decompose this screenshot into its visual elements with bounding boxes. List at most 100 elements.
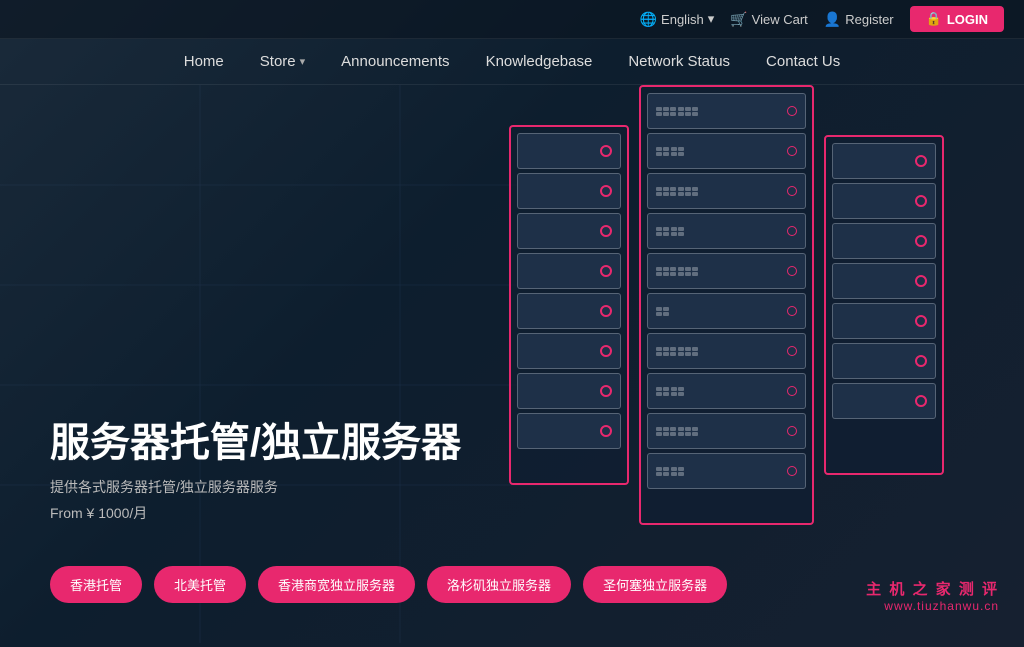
rack-unit bbox=[832, 383, 936, 419]
rack-led bbox=[787, 306, 797, 316]
rack-led bbox=[915, 315, 927, 327]
rack-slots bbox=[656, 187, 698, 196]
rack-led bbox=[915, 275, 927, 287]
rack-led bbox=[787, 106, 797, 116]
rack-unit bbox=[647, 453, 806, 489]
watermark-line1: 主 机 之 家 测 评 bbox=[866, 578, 999, 599]
server-rack-center bbox=[639, 85, 814, 525]
btn-hk-hosting[interactable]: 香港托管 bbox=[50, 566, 142, 603]
rack-unit bbox=[647, 213, 806, 249]
rack-led bbox=[915, 235, 927, 247]
btn-hk-dedicated[interactable]: 香港商宽独立服务器 bbox=[258, 566, 415, 603]
register-label: Register bbox=[845, 12, 893, 27]
rack-unit bbox=[832, 183, 936, 219]
user-icon: 👤 bbox=[824, 11, 841, 28]
rack-led bbox=[600, 385, 612, 397]
rack-unit bbox=[647, 173, 806, 209]
rack-led bbox=[787, 226, 797, 236]
rack-unit bbox=[517, 133, 621, 169]
hero-text-block: 服务器托管/独立服务器 提供各式服务器托管/独立服务器服务 From ¥ 100… bbox=[50, 419, 461, 523]
nav-contact[interactable]: Contact Us bbox=[766, 53, 840, 70]
rack-unit bbox=[832, 303, 936, 339]
rack-unit bbox=[647, 93, 806, 129]
rack-unit bbox=[517, 253, 621, 289]
rack-led bbox=[787, 386, 797, 396]
rack-led bbox=[787, 266, 797, 276]
rack-led bbox=[915, 195, 927, 207]
server-racks bbox=[509, 85, 944, 643]
watermark: 主 机 之 家 测 评 www.tiuzhanwu.cn bbox=[866, 578, 999, 613]
rack-unit bbox=[832, 143, 936, 179]
server-rack-left bbox=[509, 125, 629, 485]
rack-slots bbox=[656, 347, 698, 356]
rack-unit bbox=[647, 413, 806, 449]
btn-na-hosting[interactable]: 北美托管 bbox=[154, 566, 246, 603]
rack-unit bbox=[647, 253, 806, 289]
rack-led bbox=[787, 346, 797, 356]
view-cart-button[interactable]: 🛒 View Cart bbox=[730, 11, 808, 28]
rack-led bbox=[600, 225, 612, 237]
rack-slots bbox=[656, 307, 669, 316]
rack-unit bbox=[517, 333, 621, 369]
rack-led bbox=[915, 395, 927, 407]
rack-slots bbox=[656, 267, 698, 276]
nav-knowledgebase[interactable]: Knowledgebase bbox=[486, 53, 593, 70]
login-label: LOGIN bbox=[947, 12, 988, 27]
rack-slots bbox=[656, 227, 684, 236]
btn-la-dedicated[interactable]: 洛杉矶独立服务器 bbox=[427, 566, 571, 603]
rack-led bbox=[787, 426, 797, 436]
rack-unit bbox=[517, 213, 621, 249]
service-buttons: 香港托管 北美托管 香港商宽独立服务器 洛杉矶独立服务器 圣何塞独立服务器 bbox=[50, 566, 727, 603]
cart-icon: 🛒 bbox=[730, 11, 747, 28]
nav-store[interactable]: Store ▾ bbox=[260, 53, 305, 70]
chevron-down-icon: ▾ bbox=[300, 55, 306, 68]
rack-slots bbox=[656, 467, 684, 476]
hero-price: From ¥ 1000/月 bbox=[50, 503, 461, 523]
hero-subtitle: 提供各式服务器托管/独立服务器服务 bbox=[50, 477, 461, 497]
rack-slots bbox=[656, 147, 684, 156]
rack-unit bbox=[832, 223, 936, 259]
hero-title: 服务器托管/独立服务器 bbox=[50, 419, 461, 467]
lock-icon: 🔒 bbox=[926, 11, 942, 27]
rack-led bbox=[915, 155, 927, 167]
rack-led bbox=[915, 355, 927, 367]
rack-unit bbox=[517, 293, 621, 329]
rack-unit bbox=[517, 413, 621, 449]
rack-unit bbox=[517, 373, 621, 409]
view-cart-label: View Cart bbox=[752, 12, 808, 27]
rack-led bbox=[600, 265, 612, 277]
rack-led bbox=[600, 425, 612, 437]
rack-unit bbox=[647, 133, 806, 169]
language-chevron-icon: ▾ bbox=[708, 11, 715, 27]
rack-unit bbox=[647, 333, 806, 369]
hero-section: 服务器托管/独立服务器 提供各式服务器托管/独立服务器服务 From ¥ 100… bbox=[0, 85, 1024, 643]
rack-led bbox=[600, 305, 612, 317]
rack-unit bbox=[832, 343, 936, 379]
rack-led bbox=[787, 146, 797, 156]
rack-led bbox=[600, 185, 612, 197]
nav-network-status[interactable]: Network Status bbox=[628, 53, 730, 70]
rack-led bbox=[787, 186, 797, 196]
rack-led bbox=[787, 466, 797, 476]
login-button[interactable]: 🔒 LOGIN bbox=[910, 6, 1004, 32]
watermark-line2: www.tiuzhanwu.cn bbox=[866, 599, 999, 613]
rack-unit bbox=[647, 293, 806, 329]
rack-slots bbox=[656, 107, 698, 116]
rack-slots bbox=[656, 387, 684, 396]
globe-icon: 🌐 bbox=[640, 11, 657, 28]
rack-unit bbox=[832, 263, 936, 299]
nav-announcements[interactable]: Announcements bbox=[341, 53, 449, 70]
main-nav: Home Store ▾ Announcements Knowledgebase… bbox=[0, 39, 1024, 85]
btn-sj-dedicated[interactable]: 圣何塞独立服务器 bbox=[583, 566, 727, 603]
register-button[interactable]: 👤 Register bbox=[824, 11, 894, 28]
nav-home[interactable]: Home bbox=[184, 53, 224, 70]
server-rack-right bbox=[824, 135, 944, 475]
top-bar: 🌐 English ▾ 🛒 View Cart 👤 Register 🔒 LOG… bbox=[0, 0, 1024, 39]
rack-led bbox=[600, 345, 612, 357]
rack-led bbox=[600, 145, 612, 157]
rack-slots bbox=[656, 427, 698, 436]
language-label: English bbox=[661, 12, 704, 27]
rack-unit bbox=[647, 373, 806, 409]
language-selector[interactable]: 🌐 English ▾ bbox=[640, 11, 715, 28]
rack-unit bbox=[517, 173, 621, 209]
